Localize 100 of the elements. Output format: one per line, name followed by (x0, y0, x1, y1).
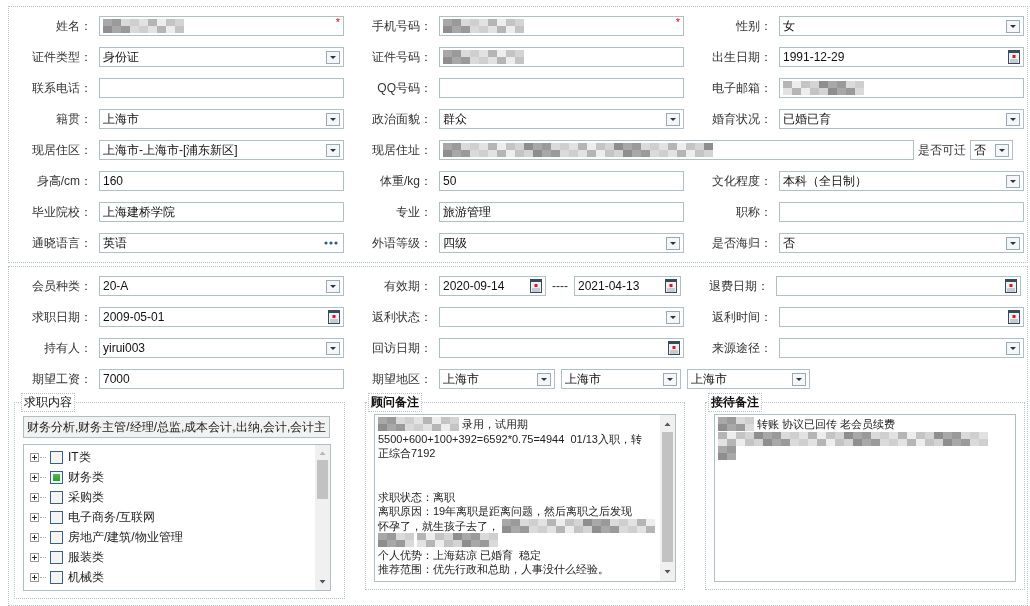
input-field[interactable] (779, 202, 1024, 222)
dropdown[interactable]: yirui003 (99, 338, 344, 358)
dropdown[interactable]: 上海市 (439, 369, 555, 389)
caret-icon[interactable] (326, 279, 340, 293)
dropdown[interactable]: 否 (970, 140, 1013, 160)
field-label: 文化程度： (711, 172, 772, 190)
dropdown[interactable]: 身份证 (99, 47, 344, 67)
input-field[interactable]: 旅游管理 (439, 202, 684, 222)
note-text: 正综合7192 (378, 446, 436, 461)
calendar-icon[interactable] (1008, 310, 1020, 324)
input-field[interactable] (439, 78, 684, 98)
dropdown[interactable]: 上海市-上海市-[浦东新区] (99, 140, 344, 160)
input-field[interactable] (439, 47, 684, 67)
field-label: 期望地区： (371, 370, 432, 388)
dropdown[interactable]: 否 (779, 233, 1024, 253)
note-area[interactable]: 录用，试用期 5500+600+100+392=6592*0.75=4944 01/13入职，转 正综合7192 求职状态：离职 离职原因：19年离职是距离问题，然后离职之后发现 怀孕了，就生孩子去了， 个人优势：上海菇凉 已婚育 稳定 推荐范围：优先行政和总助，人事没什么经验。 (374, 414, 676, 582)
field-label: 出生日期： (711, 48, 772, 66)
field-label: 身高/cm： (35, 172, 92, 190)
input-field[interactable] (779, 78, 1024, 98)
caret-icon[interactable] (326, 143, 340, 157)
dropdown[interactable]: 上海市 (99, 109, 344, 129)
caret-icon[interactable] (326, 50, 340, 64)
field-label: 政治面貌： (371, 110, 432, 128)
input-field[interactable]: 财务分析,财务主管/经理/总监,成本会计,出纳,会计,会计主 (23, 416, 330, 438)
calendar-icon[interactable] (328, 310, 340, 324)
dropdown[interactable]: 上海市 (687, 369, 810, 389)
checkbox[interactable] (50, 510, 63, 524)
plus-box-icon[interactable] (30, 472, 39, 482)
dropdown[interactable]: 女 (779, 16, 1024, 36)
calendar-icon[interactable] (1005, 279, 1017, 293)
tree-item[interactable]: 机械类 (68, 568, 104, 586)
field-label: 期望工资： (31, 370, 92, 388)
caret-icon[interactable] (995, 143, 1009, 157)
plus-box-icon[interactable] (30, 512, 39, 522)
checkbox[interactable] (50, 550, 63, 564)
input-field[interactable]: 160 (99, 171, 344, 191)
input-field[interactable]: 上海建桥学院 (99, 202, 344, 222)
plus-box-icon[interactable] (30, 492, 39, 502)
calendar-icon[interactable] (530, 279, 542, 293)
dropdown[interactable]: 本科（全日制） (779, 171, 1024, 191)
checkbox[interactable] (50, 490, 63, 504)
tree-item[interactable]: 财务类 (68, 468, 104, 486)
dropdown[interactable]: 20-A (99, 276, 344, 296)
input-field[interactable]: * (99, 16, 344, 36)
note-text: 离职原因：19年离职是距离问题，然后离职之后发现 (378, 504, 633, 519)
tree-item[interactable]: 采购类 (68, 488, 104, 506)
field-label: 是否海归： (711, 234, 772, 252)
date-field[interactable]: 1991-12-29 (779, 47, 1024, 67)
dropdown[interactable]: 上海市 (561, 369, 681, 389)
field-label: 婚育状况： (711, 110, 772, 128)
caret-icon[interactable] (1006, 19, 1020, 33)
tree-item[interactable]: 电子商务/互联网 (68, 508, 156, 526)
field-label: 联系电话： (31, 79, 92, 97)
checkbox[interactable] (50, 570, 63, 584)
caret-icon[interactable] (666, 112, 680, 126)
dropdown[interactable]: 四级 (439, 233, 684, 253)
calendar-icon[interactable] (665, 279, 677, 293)
input-field[interactable] (99, 78, 344, 98)
date-field[interactable]: 2021-04-13 (574, 276, 681, 296)
dropdown[interactable]: 已婚已育 (779, 109, 1024, 129)
dropdown[interactable]: 群众 (439, 109, 684, 129)
date-field[interactable]: 2009-05-01 (99, 307, 344, 327)
checkbox[interactable] (50, 530, 63, 544)
tree-item[interactable]: 服装类 (68, 548, 104, 566)
input-field[interactable]: 50 (439, 171, 684, 191)
calendar-icon[interactable] (668, 341, 680, 355)
caret-icon[interactable] (666, 310, 680, 324)
caret-icon[interactable] (1006, 112, 1020, 126)
date-field[interactable] (439, 338, 684, 358)
caret-icon[interactable] (326, 341, 340, 355)
lookup-field[interactable]: 英语 (99, 233, 344, 253)
plus-box-icon[interactable] (30, 532, 39, 542)
input-field[interactable] (439, 140, 914, 160)
scrollbar[interactable] (315, 445, 330, 590)
scrollbar[interactable] (660, 415, 675, 581)
date-field[interactable]: 2020-09-14 (439, 276, 546, 296)
plus-box-icon[interactable] (30, 572, 39, 582)
date-field[interactable] (776, 276, 1021, 296)
field-label: 电子邮箱： (711, 79, 772, 97)
calendar-icon[interactable] (1008, 50, 1020, 64)
plus-box-icon[interactable] (30, 552, 39, 562)
input-field[interactable]: * (439, 16, 684, 36)
caret-icon[interactable] (663, 372, 677, 386)
checkbox[interactable] (50, 470, 63, 484)
field-label: 返利状态： (371, 308, 432, 326)
caret-icon[interactable] (326, 112, 340, 126)
checkbox[interactable] (50, 450, 63, 464)
tree-item[interactable]: IT类 (68, 448, 91, 466)
ellipsis-icon[interactable] (324, 241, 338, 245)
date-field[interactable] (779, 307, 1024, 327)
caret-icon[interactable] (537, 372, 551, 386)
tree-item[interactable]: 房地产/建筑/物业管理 (68, 528, 183, 546)
caret-icon[interactable] (1006, 174, 1020, 188)
input-field[interactable]: 7000 (99, 369, 344, 389)
caret-icon[interactable] (792, 372, 806, 386)
caret-icon[interactable] (1006, 341, 1020, 355)
caret-icon[interactable] (1006, 236, 1020, 250)
plus-box-icon[interactable] (30, 452, 39, 462)
caret-icon[interactable] (666, 236, 680, 250)
note-area[interactable]: 转账 协议已回传 老会员续费 (714, 414, 1016, 582)
